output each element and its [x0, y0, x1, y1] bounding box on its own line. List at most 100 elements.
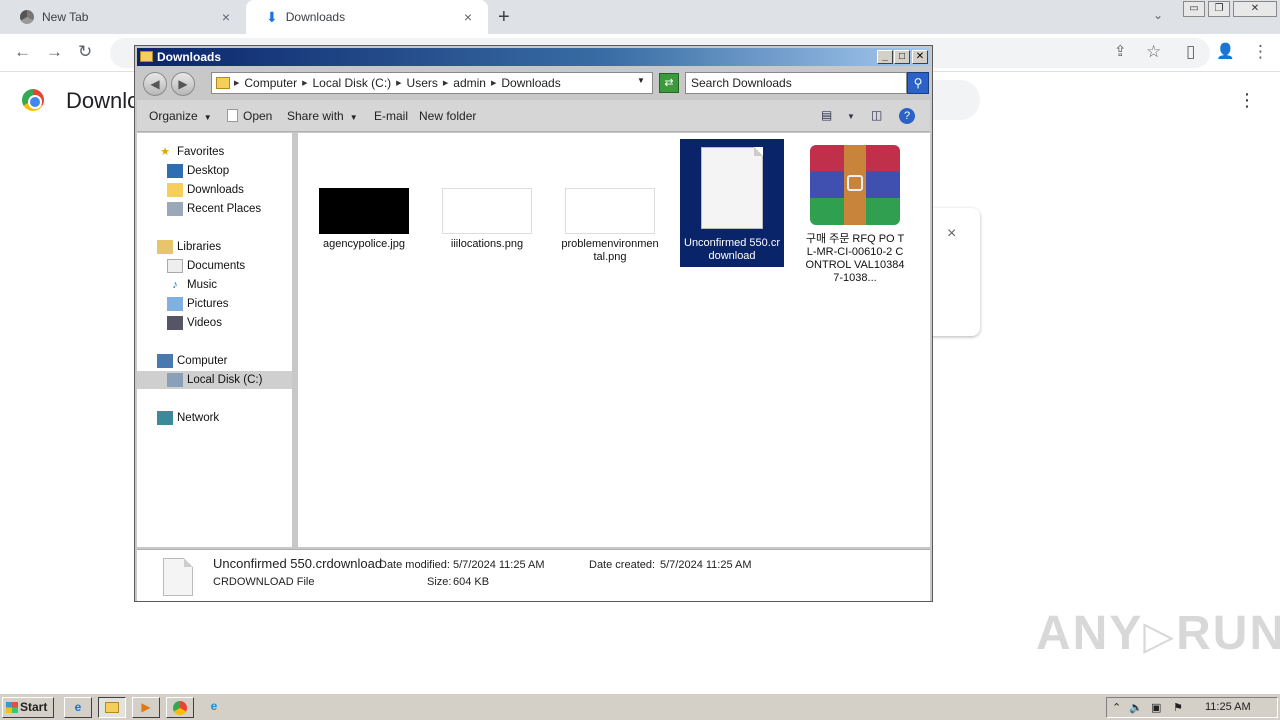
recent-places-icon	[167, 202, 183, 216]
help-icon[interactable]: ?	[899, 108, 915, 124]
tab-new-tab[interactable]: New Tab ×	[0, 0, 246, 34]
close-icon[interactable]: ×	[218, 9, 234, 25]
chevron-right-icon: ▶	[234, 80, 240, 87]
menu-icon[interactable]: ⋮	[1252, 42, 1269, 62]
size-value: 604 KB	[453, 576, 490, 588]
explorer-titlebar[interactable]: Downloads _ □ ✕	[137, 48, 930, 66]
network-icon[interactable]: ▣	[1151, 701, 1161, 714]
search-input[interactable]: Search Downloads	[685, 72, 907, 94]
date-created-label: Date created:	[589, 559, 656, 571]
organize-button[interactable]: Organize ▼	[149, 109, 212, 123]
nav-libraries[interactable]: Libraries	[157, 238, 221, 256]
nav-pictures[interactable]: Pictures	[167, 295, 229, 313]
chevron-down-icon: ▼	[349, 113, 358, 122]
computer-icon	[157, 354, 173, 368]
back-icon[interactable]: ←	[14, 42, 31, 62]
back-icon[interactable]: ◀	[143, 72, 167, 96]
date-modified-value: 5/7/2024 11:25 AM	[453, 559, 545, 571]
reload-icon[interactable]: ↻	[78, 42, 92, 62]
open-button[interactable]: Open	[227, 109, 272, 123]
nav-downloads[interactable]: Downloads	[167, 181, 244, 199]
view-options-icon[interactable]: ▤	[821, 108, 832, 122]
search-icon[interactable]: ⚲	[907, 72, 929, 94]
nav-documents[interactable]: Documents	[167, 257, 245, 275]
flag-icon[interactable]: ⚑	[1173, 701, 1183, 714]
share-icon[interactable]: ⇪	[1114, 42, 1127, 60]
media-player-icon[interactable]: ▶	[132, 697, 160, 718]
share-with-button[interactable]: Share with ▼	[287, 109, 358, 123]
maximize-button[interactable]: □	[894, 50, 910, 64]
share-with-label: Share with	[287, 109, 344, 123]
file-item[interactable]: 구매 주문 RFQ PO TL-MR-CI-00610-2 CONTROL VA…	[803, 141, 907, 285]
close-icon[interactable]: ×	[460, 9, 476, 25]
address-bar[interactable]: ▶ Computer ▶ Local Disk (C:) ▶ Users ▶ a…	[211, 72, 653, 94]
navigation-pane: ★ Favorites Desktop Downloads Recent Plac…	[137, 133, 295, 547]
preview-pane-icon[interactable]: ◫	[871, 108, 882, 122]
nav-desktop[interactable]: Desktop	[167, 162, 229, 180]
file-list: agencypolice.jpg iiilocations.png proble…	[298, 133, 930, 547]
chevron-down-icon[interactable]: ⌄	[1153, 8, 1163, 22]
clock[interactable]: 11:25 AM	[1205, 701, 1251, 713]
email-button[interactable]: E-mail	[374, 109, 408, 123]
nav-favorites[interactable]: ★ Favorites	[157, 143, 224, 161]
edge-icon[interactable]: e	[200, 697, 228, 718]
address-bar-area: ◀ ▶ ▶ Computer ▶ Local Disk (C:) ▶ Users…	[137, 68, 930, 98]
windows-flag-icon	[6, 702, 18, 713]
chevron-up-icon[interactable]: ⌃	[1112, 701, 1121, 714]
music-icon: ♪	[172, 279, 178, 291]
explorer-taskbar-icon[interactable]	[98, 697, 126, 718]
restore-button[interactable]: ❐	[1208, 1, 1230, 17]
profile-icon[interactable]: 👤	[1216, 42, 1235, 60]
nav-label: Videos	[187, 317, 222, 329]
minimize-button[interactable]: ▭	[1183, 1, 1205, 17]
nav-label: Libraries	[177, 241, 222, 253]
ie-icon[interactable]: e	[64, 697, 92, 718]
nav-music[interactable]: ♪ Music	[167, 276, 217, 294]
breadcrumb-users[interactable]: Users	[407, 76, 438, 90]
side-panel-icon[interactable]: ▯	[1186, 42, 1195, 62]
file-item[interactable]: problemenvironmental.png	[558, 141, 662, 264]
chevron-down-icon[interactable]: ▼	[847, 112, 855, 121]
chevron-down-icon[interactable]: ▼	[637, 76, 645, 85]
close-window-button[interactable]: ✕	[1233, 1, 1277, 17]
forward-icon[interactable]: ▶	[171, 72, 195, 96]
nav-network[interactable]: Network	[157, 409, 219, 427]
file-item-selected[interactable]: Unconfirmed 550.crdownload	[680, 139, 784, 267]
date-modified-label: Date modified:	[379, 559, 450, 571]
command-bar: Organize ▼ Open Share with ▼ E-mail New fo…	[137, 100, 930, 132]
close-icon[interactable]: ×	[947, 225, 956, 243]
start-button[interactable]: Start	[2, 697, 54, 718]
nav-videos[interactable]: Videos	[167, 314, 222, 332]
more-menu-icon[interactable]: ⋮	[1238, 90, 1256, 111]
bookmark-star-icon[interactable]: ☆	[1146, 42, 1161, 62]
breadcrumb-downloads[interactable]: Downloads	[501, 76, 560, 90]
watermark-logo: ANY▷RUN	[1036, 607, 1280, 660]
file-item[interactable]: iiilocations.png	[435, 141, 539, 251]
forward-icon[interactable]: →	[46, 42, 63, 62]
chevron-right-icon: ▶	[490, 80, 497, 87]
file-name: agencypolice.jpg	[323, 238, 405, 250]
breadcrumb-local-disk[interactable]: Local Disk (C:)	[312, 76, 391, 90]
nav-label: Pictures	[187, 298, 229, 310]
folder-icon	[140, 51, 153, 62]
nav-local-disk[interactable]: Local Disk (C:)	[137, 371, 292, 389]
breadcrumb-computer[interactable]: Computer	[244, 76, 297, 90]
taskbar: Start e ▶ e ⌃ 🔈 ▣ ⚑ 11:25 AM	[0, 693, 1280, 720]
tab-downloads[interactable]: ⬇ Downloads ×	[246, 0, 488, 34]
file-item[interactable]: agencypolice.jpg	[312, 141, 416, 251]
refresh-icon[interactable]: ⇄	[659, 73, 679, 93]
window-title: Downloads	[157, 50, 222, 64]
nav-recent-places[interactable]: Recent Places	[167, 200, 261, 218]
system-tray: ⌃ 🔈 ▣ ⚑ 11:25 AM	[1106, 697, 1278, 718]
minimize-button[interactable]: _	[877, 50, 893, 64]
chrome-icon	[20, 10, 34, 24]
network-icon	[157, 411, 173, 425]
breadcrumb-admin[interactable]: admin	[453, 76, 486, 90]
close-button[interactable]: ✕	[912, 50, 928, 64]
new-folder-button[interactable]: New folder	[419, 109, 476, 123]
chrome-taskbar-icon[interactable]	[166, 697, 194, 718]
nav-computer[interactable]: Computer	[157, 352, 228, 370]
nav-label: Music	[187, 279, 218, 291]
new-tab-button[interactable]: +	[498, 6, 510, 29]
volume-icon[interactable]: 🔈	[1129, 701, 1143, 714]
